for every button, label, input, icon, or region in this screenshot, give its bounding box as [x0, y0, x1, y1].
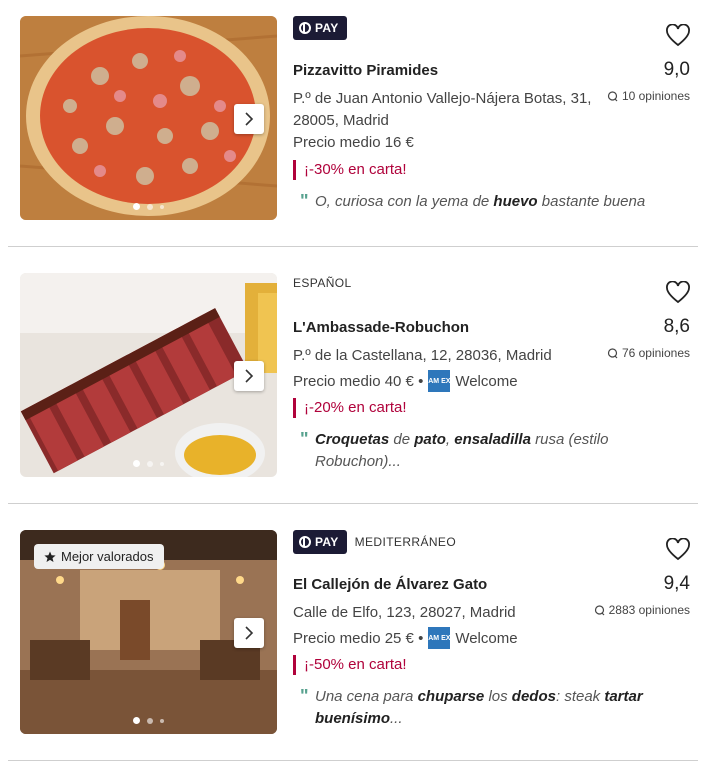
review-fragment: ... — [390, 710, 403, 727]
amex-logo: AM EX — [428, 627, 450, 649]
restaurant-photo[interactable]: Mejor valorados — [20, 530, 277, 734]
review-snippet: " Una cena para chuparse los dedos: stea… — [300, 686, 660, 730]
review-keyword: pato — [414, 431, 446, 448]
carousel-dots — [20, 203, 277, 210]
restaurant-name[interactable]: L'Ambassade-Robuchon — [293, 319, 469, 336]
carousel-dot[interactable] — [160, 461, 164, 466]
review-keyword: dedos — [511, 688, 556, 705]
restaurant-card[interactable]: PAY Pizzavitto Piramides 9,0 10 opinione… — [0, 0, 712, 257]
review-keyword: Croquetas — [315, 431, 390, 448]
review-text: Croquetas de pato, ensaladilla rusa (est… — [300, 429, 660, 473]
rating-score: 9,0 — [663, 59, 690, 80]
review-keyword: chuparse — [417, 688, 485, 705]
quote-icon: " — [300, 429, 309, 449]
pay-badge: PAY — [293, 530, 347, 554]
promo-discount: ¡-50% en carta! — [293, 655, 407, 675]
pay-badge-label: PAY — [315, 535, 339, 549]
reviews-count-label: 76 opiniones — [621, 346, 690, 360]
heart-icon[interactable] — [665, 24, 691, 48]
card-divider — [8, 503, 698, 504]
promo-discount: ¡-30% en carta! — [293, 160, 407, 180]
review-text: O, curiosa con la yema de huevo bastante… — [300, 191, 660, 213]
review-keyword: huevo — [493, 193, 538, 210]
reviews-count[interactable]: 10 opiniones — [607, 89, 690, 103]
star-icon — [44, 551, 56, 562]
carousel-dot[interactable] — [160, 718, 164, 723]
restaurant-name[interactable]: El Callejón de Álvarez Gato — [293, 576, 487, 593]
review-fragment: , — [445, 431, 455, 448]
review-snippet: " O, curiosa con la yema de huevo bastan… — [300, 191, 660, 213]
average-price-label: Precio medio 25 € • — [293, 629, 424, 647]
heart-icon[interactable] — [665, 538, 691, 562]
restaurant-photo[interactable] — [20, 16, 277, 220]
quote-icon: " — [300, 191, 309, 211]
pay-badge-label: PAY — [315, 21, 339, 35]
promo-discount: ¡-20% en carta! — [293, 398, 407, 418]
review-fragment: : steak — [555, 688, 605, 705]
payment-program-label: Welcome — [455, 629, 518, 647]
average-price: Precio medio 40 € • AM EX Welcome — [293, 370, 518, 392]
review-fragment: los — [484, 688, 512, 705]
cuisine-label: MEDITERRÁNEO — [354, 535, 457, 549]
cuisine-label: ESPAÑOL — [293, 276, 352, 290]
reviews-count-label: 10 opiniones — [621, 89, 690, 103]
average-price-label: Precio medio 40 € • — [293, 372, 424, 390]
reviews-count[interactable]: 2883 opiniones — [594, 603, 690, 617]
review-fragment: bastante buena — [537, 193, 646, 210]
carousel-dot[interactable] — [147, 203, 153, 210]
restaurant-address: P.º de la Castellana, 12, 28036, Madrid — [293, 347, 552, 364]
card-divider — [8, 760, 698, 761]
top-rated-badge: Mejor valorados — [34, 544, 164, 569]
carousel-dot[interactable] — [133, 203, 140, 210]
pay-coin-icon — [299, 536, 311, 548]
carousel-dot[interactable] — [147, 717, 153, 724]
carousel-dots — [20, 717, 277, 724]
chevron-right-icon — [245, 626, 254, 640]
pay-badge: PAY — [293, 16, 347, 40]
restaurant-card[interactable]: Mejor valorados PAY MEDITERRÁNEO El Call… — [0, 514, 712, 771]
average-price-label: Precio medio 16 € — [293, 134, 414, 151]
rating-score: 8,6 — [663, 316, 690, 337]
review-fragment: de — [389, 431, 415, 448]
next-image-button[interactable] — [234, 618, 264, 648]
average-price: Precio medio 25 € • AM EX Welcome — [293, 627, 518, 649]
speech-bubble-icon — [607, 90, 618, 101]
speech-bubble-icon — [594, 604, 605, 615]
review-text: Una cena para chuparse los dedos: steak … — [300, 686, 660, 730]
carousel-dot[interactable] — [147, 460, 153, 467]
card-divider — [8, 246, 698, 247]
top-rated-label: Mejor valorados — [61, 549, 154, 564]
restaurant-address: Calle de Elfo, 123, 28027, Madrid — [293, 604, 516, 621]
reviews-count-label: 2883 opiniones — [608, 603, 690, 617]
restaurant-card[interactable]: ESPAÑOL L'Ambassade-Robuchon 8,6 76 opin… — [0, 257, 712, 514]
quote-icon: " — [300, 686, 309, 706]
restaurant-photo[interactable] — [20, 273, 277, 477]
review-snippet: " Croquetas de pato, ensaladilla rusa (e… — [300, 429, 660, 473]
carousel-dot[interactable] — [133, 717, 140, 724]
chevron-right-icon — [245, 112, 254, 126]
heart-icon[interactable] — [665, 281, 691, 305]
average-price: Precio medio 16 € — [293, 134, 414, 151]
next-image-button[interactable] — [234, 104, 264, 134]
restaurant-name[interactable]: Pizzavitto Piramides — [293, 62, 438, 79]
chevron-right-icon — [245, 369, 254, 383]
review-keyword: ensaladilla — [454, 431, 531, 448]
pay-coin-icon — [299, 22, 311, 34]
reviews-count[interactable]: 76 opiniones — [607, 346, 690, 360]
carousel-dot[interactable] — [133, 460, 140, 467]
carousel-dot[interactable] — [160, 204, 164, 209]
carousel-dots — [20, 460, 277, 467]
amex-logo: AM EX — [428, 370, 450, 392]
review-fragment: O, curiosa con la yema de — [315, 193, 494, 210]
next-image-button[interactable] — [234, 361, 264, 391]
rating-score: 9,4 — [663, 573, 690, 594]
speech-bubble-icon — [607, 347, 618, 358]
payment-program-label: Welcome — [455, 372, 518, 390]
review-fragment: Una cena para — [315, 688, 418, 705]
restaurant-address: P.º de Juan Antonio Vallejo-Nájera Botas… — [293, 90, 592, 129]
